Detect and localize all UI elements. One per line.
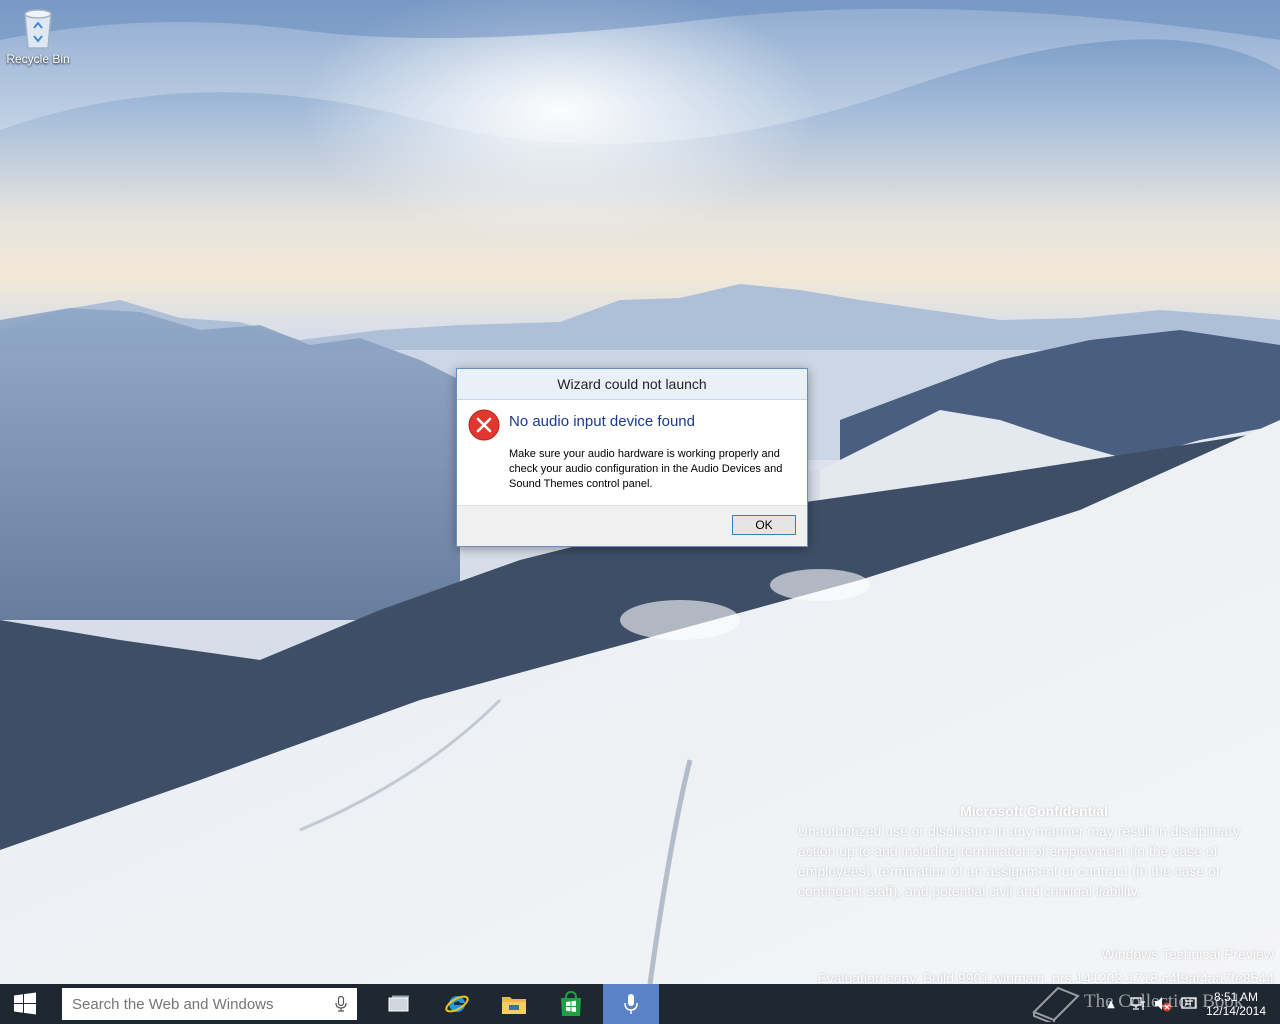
dialog-message: Make sure your audio hardware is working… [509,448,783,490]
file-explorer-icon [502,997,526,1014]
store-icon [561,991,581,1016]
recycle-bin-shortcut[interactable]: Recycle Bin [4,6,72,66]
internet-explorer-icon [445,995,469,1013]
windows-logo-icon [14,992,36,1015]
dialog-heading: No audio input device found [509,413,695,430]
watermark-text: Unauthorized use or disclosure in any ma… [798,823,1240,899]
microphone-icon [624,994,638,1014]
microphone-icon[interactable] [335,996,347,1012]
internet-explorer-button[interactable] [436,984,478,1024]
confidential-watermark: Microsoft Confidential Unauthorized use … [798,801,1270,901]
search-input[interactable] [70,994,324,1014]
dialog-body: No audio input device found Make sure yo… [457,400,807,506]
task-view-button[interactable] [378,984,420,1024]
watermark-title: Microsoft Confidential [960,803,1108,819]
search-box[interactable] [62,988,357,1020]
dialog-footer: OK [457,505,807,546]
start-button[interactable] [0,984,50,1024]
dialog-title: Wizard could not launch [457,369,807,400]
ok-button[interactable]: OK [732,515,796,535]
file-explorer-button[interactable] [493,984,535,1024]
collection-book-text: The Collection Book [1084,991,1244,1012]
recycle-bin-label: Recycle Bin [6,52,70,66]
book-icon [1032,986,1080,1022]
build-product: Windows Technical Preview [1101,946,1274,962]
recycle-bin-icon [24,9,52,49]
error-icon [468,409,500,441]
store-button[interactable] [550,984,592,1024]
voice-assistant-button[interactable] [603,984,659,1024]
error-dialog: Wizard could not launch No audio input d… [456,368,808,547]
collection-book-logo: The Collection Book [1028,980,1278,1024]
task-view-icon [388,995,409,1012]
